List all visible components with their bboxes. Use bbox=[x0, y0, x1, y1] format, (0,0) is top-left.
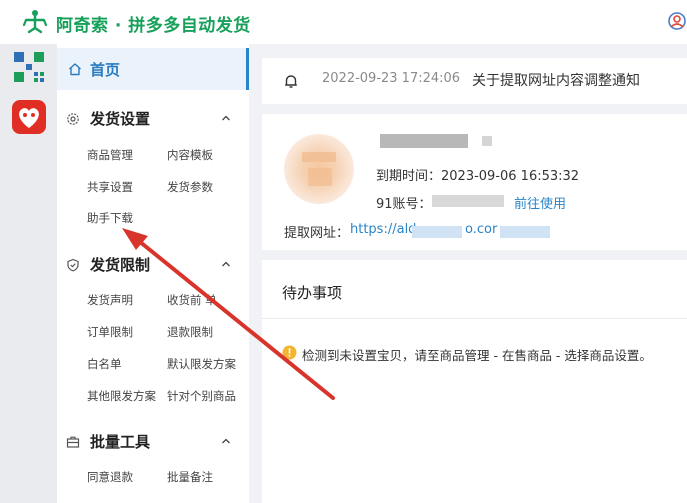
user-icon[interactable] bbox=[666, 10, 687, 32]
section-title: 发货限制 bbox=[90, 256, 151, 274]
expiry-time: 到期时间：2023-09-06 16:53:32 bbox=[376, 169, 580, 184]
menu-item-content-template[interactable]: 内容模板 bbox=[167, 147, 213, 163]
menu-item-whitelist[interactable]: 白名单 bbox=[87, 356, 122, 372]
menu-item-agree-refund[interactable]: 同意退款 bbox=[87, 469, 133, 485]
menu-item-assistant-download[interactable]: 助手下载 bbox=[87, 210, 133, 226]
section-shipping-limits[interactable]: 发货限制 bbox=[57, 250, 249, 280]
todo-card: 待办事项 检测到未设置宝贝，请至商品管理 - 在售商品 - 选择商品设置。 bbox=[262, 260, 687, 503]
avatar bbox=[284, 134, 354, 204]
pinduoduo-icon[interactable] bbox=[8, 96, 50, 138]
sidebar-item-label: 首页 bbox=[90, 61, 121, 79]
menu-item-batch-remark[interactable]: 批量备注 bbox=[167, 469, 213, 485]
chevron-up-icon bbox=[222, 115, 230, 121]
todo-title: 待办事项 bbox=[282, 284, 343, 302]
menu-item-default-plan[interactable]: 默认限发方案 bbox=[167, 356, 236, 372]
todo-warning-text[interactable]: 检测到未设置宝贝，请至商品管理 - 在售商品 - 选择商品设置。 bbox=[302, 345, 652, 364]
menu-item-before-receipt[interactable]: 收货前 单 bbox=[167, 292, 217, 308]
menu-item-product-management[interactable]: 商品管理 bbox=[87, 147, 133, 163]
extract-url-start[interactable]: https://ald bbox=[350, 222, 416, 237]
extract-url-mid[interactable]: o.cor bbox=[465, 222, 497, 237]
menu-item-shipping-statement[interactable]: 发货声明 bbox=[87, 292, 133, 308]
home-icon bbox=[69, 63, 81, 76]
section-title: 批量工具 bbox=[90, 433, 151, 451]
top-header: 阿奇索 · 拼多多自动发货 bbox=[0, 0, 687, 44]
url-redacted-1 bbox=[412, 226, 462, 238]
notice-timestamp: 2022-09-23 17:24:06 bbox=[322, 71, 461, 86]
active-indicator bbox=[246, 48, 249, 90]
account-label: 91账号： bbox=[376, 197, 432, 212]
menu-item-order-limit[interactable]: 订单限制 bbox=[87, 324, 133, 340]
chevron-up-icon bbox=[222, 261, 230, 267]
go-use-link[interactable]: 前往使用 bbox=[514, 193, 566, 212]
account-card: 到期时间：2023-09-06 16:53:32 91账号： 前往使用 提取网址… bbox=[262, 114, 687, 250]
qrcode-icon[interactable] bbox=[8, 46, 50, 88]
shop-name-redacted bbox=[380, 134, 468, 148]
app-switcher-strip bbox=[0, 44, 57, 503]
shield-icon bbox=[67, 258, 79, 272]
menu-item-shared-settings[interactable]: 共享设置 bbox=[87, 179, 133, 195]
shop-name-redacted-2 bbox=[482, 136, 492, 146]
url-redacted-2 bbox=[500, 226, 550, 238]
notice-title-link[interactable]: 关于提取网址内容调整通知 bbox=[472, 70, 640, 90]
divider bbox=[262, 318, 687, 319]
app-title: 阿奇索 · 拼多多自动发货 bbox=[56, 16, 251, 36]
section-title: 发货设置 bbox=[90, 110, 151, 128]
section-batch-tools[interactable]: 批量工具 bbox=[57, 427, 249, 457]
sidebar-item-home[interactable]: 首页 bbox=[57, 48, 249, 90]
logo-icon bbox=[22, 10, 48, 34]
menu-item-specific-product[interactable]: 针对个别商品 bbox=[167, 388, 236, 404]
section-shipping-settings[interactable]: 发货设置 bbox=[57, 104, 249, 134]
extract-url-label: 提取网址： bbox=[284, 226, 350, 241]
menu-item-shipping-params[interactable]: 发货参数 bbox=[167, 179, 213, 195]
notice-card[interactable]: 2022-09-23 17:24:06 关于提取网址内容调整通知 bbox=[262, 58, 687, 104]
briefcase-icon bbox=[66, 436, 80, 448]
account-id-redacted bbox=[432, 195, 504, 207]
bell-icon bbox=[285, 75, 297, 88]
menu-item-refund-limit[interactable]: 退款限制 bbox=[167, 324, 213, 340]
warning-icon bbox=[282, 345, 297, 360]
chevron-up-icon bbox=[222, 438, 230, 444]
menu-item-other-plan[interactable]: 其他限发方案 bbox=[87, 388, 156, 404]
gear-icon bbox=[67, 113, 79, 125]
sidebar-menu: 首页 发货设置 商品管理 内容模板 共享设置 发货参数 助手下载 发货限制 发货… bbox=[57, 44, 249, 503]
